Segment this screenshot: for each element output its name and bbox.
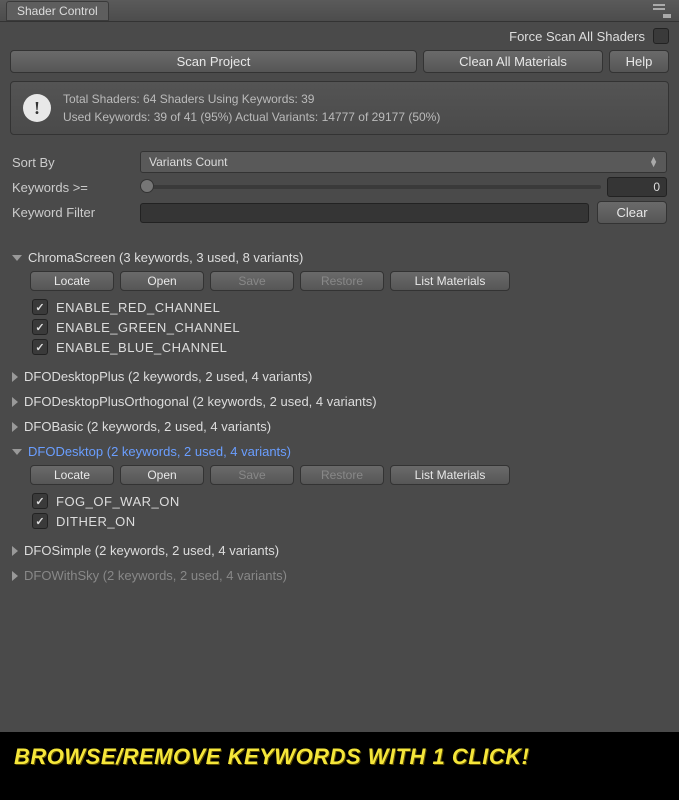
locate-button[interactable]: Locate (30, 271, 114, 291)
foldout-closed-icon[interactable] (12, 546, 18, 556)
shader-title: ChromaScreen (3 keywords, 3 used, 8 vari… (28, 250, 303, 265)
foldout-closed-icon[interactable] (12, 397, 18, 407)
shader-header[interactable]: ChromaScreen (3 keywords, 3 used, 8 vari… (12, 248, 667, 267)
shader-title: DFODesktop (2 keywords, 2 used, 4 varian… (28, 444, 291, 459)
keyword-checkbox[interactable] (32, 339, 48, 355)
locate-button[interactable]: Locate (30, 465, 114, 485)
foldout-open-icon[interactable] (12, 449, 22, 455)
shader-list[interactable]: ChromaScreen (3 keywords, 3 used, 8 vari… (0, 238, 679, 800)
keyword-label: FOG_OF_WAR_ON (56, 494, 180, 509)
keyword-filter-input[interactable] (140, 203, 589, 223)
sort-by-select[interactable]: Variants Count ▲▼ (140, 151, 667, 173)
keyword-label: ENABLE_BLUE_CHANNEL (56, 340, 227, 355)
restore-button: Restore (300, 271, 384, 291)
shader-header[interactable]: DFODesktopPlusOrthogonal (2 keywords, 2 … (12, 392, 667, 411)
force-scan-checkbox[interactable] (653, 28, 669, 44)
scan-project-button[interactable]: Scan Project (10, 50, 417, 73)
keyword-checkbox[interactable] (32, 513, 48, 529)
shader-title: DFODesktopPlus (2 keywords, 2 used, 4 va… (24, 369, 312, 384)
shader-header[interactable]: DFODesktopPlus (2 keywords, 2 used, 4 va… (12, 367, 667, 386)
updown-icon: ▲▼ (649, 157, 658, 167)
shader-title: DFOBasic (2 keywords, 2 used, 4 variants… (24, 419, 271, 434)
shader-header[interactable]: DFOSimple (2 keywords, 2 used, 4 variant… (12, 541, 667, 560)
help-button[interactable]: Help (609, 50, 669, 73)
clear-button[interactable]: Clear (597, 201, 667, 224)
shader-header[interactable]: DFODesktop (2 keywords, 2 used, 4 varian… (12, 442, 667, 461)
foldout-closed-icon[interactable] (12, 422, 18, 432)
info-icon: ! (23, 94, 51, 122)
list-materials-button[interactable]: List Materials (390, 465, 510, 485)
shader-header[interactable]: DFOBasic (2 keywords, 2 used, 4 variants… (12, 417, 667, 436)
promo-text: BROWSE/REMOVE KEYWORDS WITH 1 CLICK! (14, 744, 529, 770)
promo-banner: BROWSE/REMOVE KEYWORDS WITH 1 CLICK! (0, 732, 679, 800)
slider-thumb[interactable] (140, 179, 154, 193)
save-button: Save (210, 465, 294, 485)
foldout-closed-icon[interactable] (12, 372, 18, 382)
keywords-ge-label: Keywords >= (12, 180, 132, 195)
keyword-filter-label: Keyword Filter (12, 205, 132, 220)
keyword-checkbox[interactable] (32, 493, 48, 509)
shader-header[interactable]: DFOWithSky (2 keywords, 2 used, 4 varian… (12, 566, 667, 585)
foldout-closed-icon[interactable] (12, 571, 18, 581)
shader-title: DFOWithSky (2 keywords, 2 used, 4 varian… (24, 568, 287, 583)
foldout-open-icon[interactable] (12, 255, 22, 261)
info-box: ! Total Shaders: 64 Shaders Using Keywor… (10, 81, 669, 135)
clean-all-materials-button[interactable]: Clean All Materials (423, 50, 603, 73)
shader-title: DFOSimple (2 keywords, 2 used, 4 variant… (24, 543, 279, 558)
info-line-1: Total Shaders: 64 Shaders Using Keywords… (63, 90, 440, 108)
panel-menu-icon[interactable] (653, 4, 671, 18)
keywords-ge-field[interactable]: 0 (607, 177, 667, 197)
sort-by-label: Sort By (12, 155, 132, 170)
keyword-label: DITHER_ON (56, 514, 136, 529)
keyword-label: ENABLE_GREEN_CHANNEL (56, 320, 240, 335)
list-materials-button[interactable]: List Materials (390, 271, 510, 291)
title-bar: Shader Control (0, 0, 679, 22)
info-line-2: Used Keywords: 39 of 41 (95%) Actual Var… (63, 108, 440, 126)
open-button[interactable]: Open (120, 271, 204, 291)
keywords-ge-slider[interactable] (140, 185, 601, 189)
panel-title: Shader Control (6, 1, 109, 21)
keyword-checkbox[interactable] (32, 299, 48, 315)
keyword-label: ENABLE_RED_CHANNEL (56, 300, 220, 315)
keyword-checkbox[interactable] (32, 319, 48, 335)
save-button: Save (210, 271, 294, 291)
force-scan-label: Force Scan All Shaders (10, 29, 645, 44)
restore-button: Restore (300, 465, 384, 485)
sort-by-value: Variants Count (149, 155, 228, 169)
open-button[interactable]: Open (120, 465, 204, 485)
shader-title: DFODesktopPlusOrthogonal (2 keywords, 2 … (24, 394, 377, 409)
